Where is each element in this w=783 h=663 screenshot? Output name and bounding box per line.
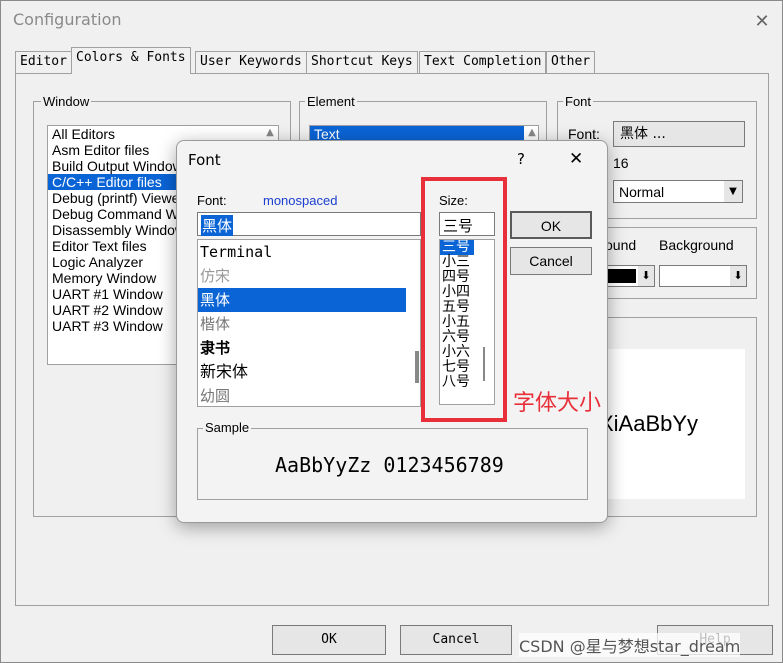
sample-group-label: Sample — [203, 420, 252, 435]
list-item[interactable]: Asm Editor files — [48, 142, 178, 158]
background-color-picker[interactable]: ⬇ — [659, 265, 747, 287]
list-item[interactable]: Debug Command Win — [48, 206, 190, 222]
list-item[interactable]: Terminal — [198, 240, 406, 264]
color-swatch — [608, 269, 636, 283]
list-item[interactable]: Debug (printf) Viewer — [48, 190, 184, 206]
ok-button[interactable]: OK — [272, 625, 386, 655]
font-label: Font: — [197, 193, 227, 208]
list-item[interactable]: 幼圆 — [198, 384, 406, 408]
list-item[interactable]: 新宋体 — [198, 360, 406, 384]
tab-other[interactable]: Other — [546, 51, 596, 73]
list-item[interactable]: All Editors — [48, 126, 178, 142]
list-item[interactable]: 黑体 — [198, 288, 406, 312]
ok-button[interactable]: OK — [510, 211, 592, 239]
chevron-down-icon[interactable]: ▼ — [724, 181, 742, 202]
scrollbar-thumb[interactable] — [415, 351, 419, 383]
help-icon[interactable]: ? — [517, 150, 525, 168]
list-item[interactable]: Logic Analyzer — [48, 254, 178, 270]
tab-text-completion[interactable]: Text Completion — [419, 51, 547, 73]
font-list-items: Terminal 仿宋 黑体 楷体 隶书 新宋体 幼圆 — [198, 240, 420, 408]
list-item[interactable]: 楷体 — [198, 312, 406, 336]
list-item[interactable]: C/C++ Editor files — [48, 174, 178, 190]
list-item[interactable]: 隶书 — [198, 336, 406, 360]
dropdown-arrow-icon[interactable]: ⬇ — [638, 266, 654, 286]
list-item[interactable]: 仿宋 — [198, 264, 406, 288]
list-item[interactable]: Build Output Window — [48, 158, 183, 174]
tab-colors-fonts[interactable]: Colors & Fonts — [71, 47, 191, 74]
dropdown-arrow-icon[interactable]: ⬇ — [730, 266, 746, 286]
list-item[interactable]: UART #1 Window — [48, 286, 178, 302]
close-icon[interactable]: ✕ — [751, 11, 773, 33]
tab-editor[interactable]: Editor — [15, 51, 72, 73]
close-icon[interactable]: ✕ — [569, 149, 583, 169]
font-dialog: Font ? ✕ Font: monospaced 黑体 Terminal 仿宋黑… — [176, 140, 608, 523]
font-dialog-title: Font — [188, 151, 221, 169]
element-group-label: Element — [305, 94, 357, 109]
sample-text: XiAaBbYy — [599, 411, 699, 436]
sample-text: AaBbYyZz 0123456789 — [275, 453, 504, 477]
font-group-label: Font — [563, 94, 594, 109]
scroll-up-icon[interactable]: ▲ — [525, 127, 539, 141]
font-hint: monospaced — [263, 193, 338, 208]
cancel-button[interactable]: Cancel — [510, 247, 592, 275]
font-name-input[interactable]: 黑体 — [197, 212, 421, 236]
window-group-label: Window — [41, 94, 92, 109]
list-item[interactable]: UART #3 Window — [48, 318, 178, 334]
font-size-value: 16 — [613, 155, 629, 171]
list-item[interactable]: Disassembly Window — [48, 222, 185, 238]
font-chooser-button[interactable]: 黑体 ... — [613, 121, 745, 147]
background-label: Background — [659, 237, 734, 253]
foreground-label: ound — [605, 237, 637, 253]
window-title: Configuration — [13, 10, 122, 29]
list-item[interactable]: Memory Window — [48, 270, 178, 286]
tab-user-keywords[interactable]: User Keywords — [195, 51, 307, 73]
watermark: CSDN @星与梦想star_dream — [519, 633, 741, 657]
font-name-list[interactable]: Terminal 仿宋 黑体 楷体 隶书 新宋体 幼圆 — [197, 239, 421, 407]
tab-shortcut-keys[interactable]: Shortcut Keys — [306, 51, 418, 73]
scroll-up-icon[interactable]: ▲ — [263, 127, 277, 141]
size-highlight-box — [421, 177, 507, 422]
foreground-color-picker[interactable]: ⬇ — [605, 265, 655, 287]
list-item[interactable]: Editor Text files — [48, 238, 178, 254]
font-style-select[interactable]: Normal ▼ — [613, 180, 743, 203]
cancel-button[interactable]: Cancel — [400, 625, 512, 655]
annotation-label: 字体大小 — [513, 391, 602, 416]
list-item[interactable]: UART #2 Window — [48, 302, 178, 318]
